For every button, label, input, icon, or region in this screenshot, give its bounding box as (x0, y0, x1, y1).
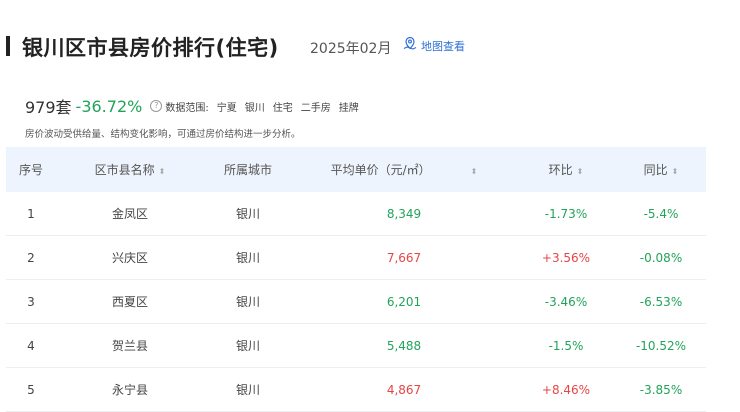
cell-district[interactable]: 西夏区 (56, 279, 204, 324)
range-item-source: 挂牌 (338, 102, 359, 114)
cell-city: 银川 (204, 323, 292, 368)
help-icon[interactable]: ? (150, 100, 163, 112)
sort-icon[interactable]: ⬍ (577, 167, 584, 176)
cell-price: 5,488 (292, 323, 516, 368)
change-percent: -36.72% (75, 96, 143, 116)
cell-district[interactable]: 兴庆区 (56, 235, 204, 280)
range-item-type: 住宅 (272, 102, 293, 114)
cell-price: 8,349 (292, 192, 516, 236)
map-view-link[interactable]: 地图查看 (402, 36, 465, 55)
cell-yoy: -3.85% (616, 367, 706, 412)
range-item-market: 二手房 (300, 102, 331, 114)
col-district[interactable]: 区市县名称 ⬍ (56, 147, 204, 192)
table-row[interactable]: 1 金凤区 银川 8,349 -1.73% -5.4% (6, 192, 706, 236)
listing-count: 979套 (25, 98, 72, 117)
range-label: 数据范围: (165, 102, 209, 114)
table-row[interactable]: 4 贺兰县 银川 5,488 -1.5% -10.52% (6, 323, 706, 368)
col-avg-price[interactable]: 平均单价（元/㎡） ⬍ (292, 147, 516, 192)
cell-price: 4,867 (292, 367, 516, 412)
cell-price: 7,667 (292, 235, 516, 280)
cell-city: 银川 (204, 235, 292, 280)
title-accent-bar (6, 36, 10, 56)
note-text: 房价波动受供给量、结构变化影响，可通过房价结构进一步分析。 (25, 129, 301, 140)
cell-district[interactable]: 金凤区 (56, 192, 204, 236)
table-row[interactable]: 5 永宁县 银川 4,867 +8.46% -3.85% (6, 367, 706, 412)
map-pin-icon (402, 36, 418, 55)
range-item-region: 宁夏 (216, 102, 237, 114)
table-header-row: 序号 区市县名称 ⬍ 所属城市 平均单价（元/㎡） ⬍ 环比 ⬍ 同比 ⬍ (6, 147, 706, 192)
cell-city: 银川 (204, 192, 292, 236)
cell-rank: 4 (6, 323, 56, 368)
col-mom[interactable]: 环比 ⬍ (516, 147, 616, 192)
cell-rank: 2 (6, 235, 56, 280)
cell-rank: 5 (6, 367, 56, 412)
table-row[interactable]: 3 西夏区 银川 6,201 -3.46% -6.53% (6, 279, 706, 324)
cell-mom: -3.46% (516, 279, 616, 324)
table-row[interactable]: 2 兴庆区 银川 7,667 +3.56% -0.08% (6, 235, 706, 280)
cell-yoy: -6.53% (616, 279, 706, 324)
cell-mom: -1.5% (516, 323, 616, 368)
sort-icon[interactable]: ⬍ (672, 167, 679, 176)
sort-icon[interactable]: ⬍ (471, 167, 478, 176)
cell-city: 银川 (204, 367, 292, 412)
cell-yoy: -5.4% (616, 192, 706, 236)
map-view-label: 地图查看 (421, 39, 465, 53)
cell-city: 银川 (204, 279, 292, 324)
cell-rank: 1 (6, 192, 56, 236)
col-yoy[interactable]: 同比 ⬍ (616, 147, 706, 192)
range-item-city: 银川 (244, 102, 265, 114)
page-title: 银川区市县房价排行(住宅) (22, 36, 279, 60)
cell-rank: 3 (6, 279, 56, 324)
report-date: 2025年02月 (310, 41, 392, 57)
col-city: 所属城市 (223, 163, 272, 177)
stats-row: 979套 -36.72% ? 数据范围: 宁夏 银川 住宅 二手房 挂牌 (25, 94, 359, 118)
cell-price: 6,201 (292, 279, 516, 324)
cell-mom: +3.56% (516, 235, 616, 280)
cell-district[interactable]: 永宁县 (56, 367, 204, 412)
cell-yoy: -10.52% (616, 323, 706, 368)
sort-icon[interactable]: ⬍ (159, 167, 166, 176)
cell-yoy: -0.08% (616, 235, 706, 280)
price-ranking-table: 序号 区市县名称 ⬍ 所属城市 平均单价（元/㎡） ⬍ 环比 ⬍ 同比 ⬍ 1 金凤区 … (6, 147, 706, 412)
cell-mom: +8.46% (516, 367, 616, 412)
cell-district[interactable]: 贺兰县 (56, 323, 204, 368)
cell-mom: -1.73% (516, 192, 616, 236)
col-rank: 序号 (18, 163, 43, 177)
